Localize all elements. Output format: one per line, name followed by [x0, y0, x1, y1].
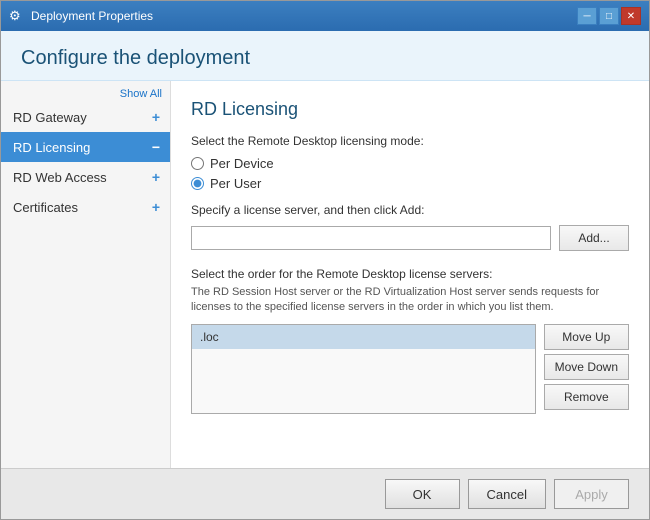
remove-button[interactable]: Remove — [544, 384, 629, 410]
window-icon: ⚙ — [9, 8, 25, 24]
radio-per-device[interactable] — [191, 157, 204, 170]
licensing-mode-label: Select the Remote Desktop licensing mode… — [191, 134, 629, 148]
minimize-button[interactable]: ─ — [577, 7, 597, 25]
radio-label-per-user[interactable]: Per User — [210, 176, 261, 191]
order-buttons: Move Up Move Down Remove — [544, 324, 629, 414]
title-bar: ⚙ Deployment Properties ─ □ ✕ — [1, 1, 649, 31]
show-all-link[interactable]: Show All — [1, 86, 170, 102]
apply-button[interactable]: Apply — [554, 479, 629, 509]
panel-title: RD Licensing — [191, 99, 629, 120]
maximize-button[interactable]: □ — [599, 7, 619, 25]
server-order-area: .loc Move Up Move Down Remove — [191, 324, 629, 414]
sidebar-item-icon-rd-gateway: + — [152, 109, 160, 125]
sidebar-item-label-rd-licensing: RD Licensing — [13, 140, 90, 155]
sidebar-item-icon-rd-web-access: + — [152, 169, 160, 185]
server-list-item[interactable]: .loc — [192, 325, 535, 349]
footer: OK Cancel Apply — [1, 468, 649, 519]
radio-group-licensing-mode: Per Device Per User — [191, 156, 629, 191]
sidebar-item-icon-certificates: + — [152, 199, 160, 215]
sidebar-item-rd-licensing[interactable]: RD Licensing − — [1, 132, 170, 162]
main-panel: RD Licensing Select the Remote Desktop l… — [171, 81, 649, 468]
order-section-label: Select the order for the Remote Desktop … — [191, 267, 629, 281]
close-button[interactable]: ✕ — [621, 7, 641, 25]
window: ⚙ Deployment Properties ─ □ ✕ Configure … — [0, 0, 650, 520]
window-title: Deployment Properties — [31, 9, 153, 23]
license-server-input[interactable] — [191, 226, 551, 250]
sidebar-item-rd-gateway[interactable]: RD Gateway + — [1, 102, 170, 132]
sidebar-item-label-rd-web-access: RD Web Access — [13, 170, 107, 185]
sidebar-item-label-rd-gateway: RD Gateway — [13, 110, 87, 125]
radio-row-per-device: Per Device — [191, 156, 629, 171]
main-content: Show All RD Gateway + RD Licensing − RD … — [1, 81, 649, 468]
sidebar-item-label-certificates: Certificates — [13, 200, 78, 215]
radio-row-per-user: Per User — [191, 176, 629, 191]
move-up-button[interactable]: Move Up — [544, 324, 629, 350]
server-list: .loc — [191, 324, 536, 414]
order-note: The RD Session Host server or the RD Vir… — [191, 285, 629, 316]
sidebar-item-icon-rd-licensing: − — [152, 139, 160, 155]
sidebar-item-certificates[interactable]: Certificates + — [1, 192, 170, 222]
ok-button[interactable]: OK — [385, 479, 460, 509]
page-header: Configure the deployment — [1, 31, 649, 81]
content-area: Configure the deployment Show All RD Gat… — [1, 31, 649, 468]
license-input-row: Add... — [191, 225, 629, 251]
move-down-button[interactable]: Move Down — [544, 354, 629, 380]
add-button[interactable]: Add... — [559, 225, 629, 251]
radio-per-user[interactable] — [191, 177, 204, 190]
sidebar-item-rd-web-access[interactable]: RD Web Access + — [1, 162, 170, 192]
sidebar: Show All RD Gateway + RD Licensing − RD … — [1, 81, 171, 468]
radio-label-per-device[interactable]: Per Device — [210, 156, 274, 171]
license-server-label: Specify a license server, and then click… — [191, 203, 629, 217]
cancel-button[interactable]: Cancel — [468, 479, 546, 509]
page-title: Configure the deployment — [21, 47, 250, 69]
window-controls: ─ □ ✕ — [577, 7, 641, 25]
